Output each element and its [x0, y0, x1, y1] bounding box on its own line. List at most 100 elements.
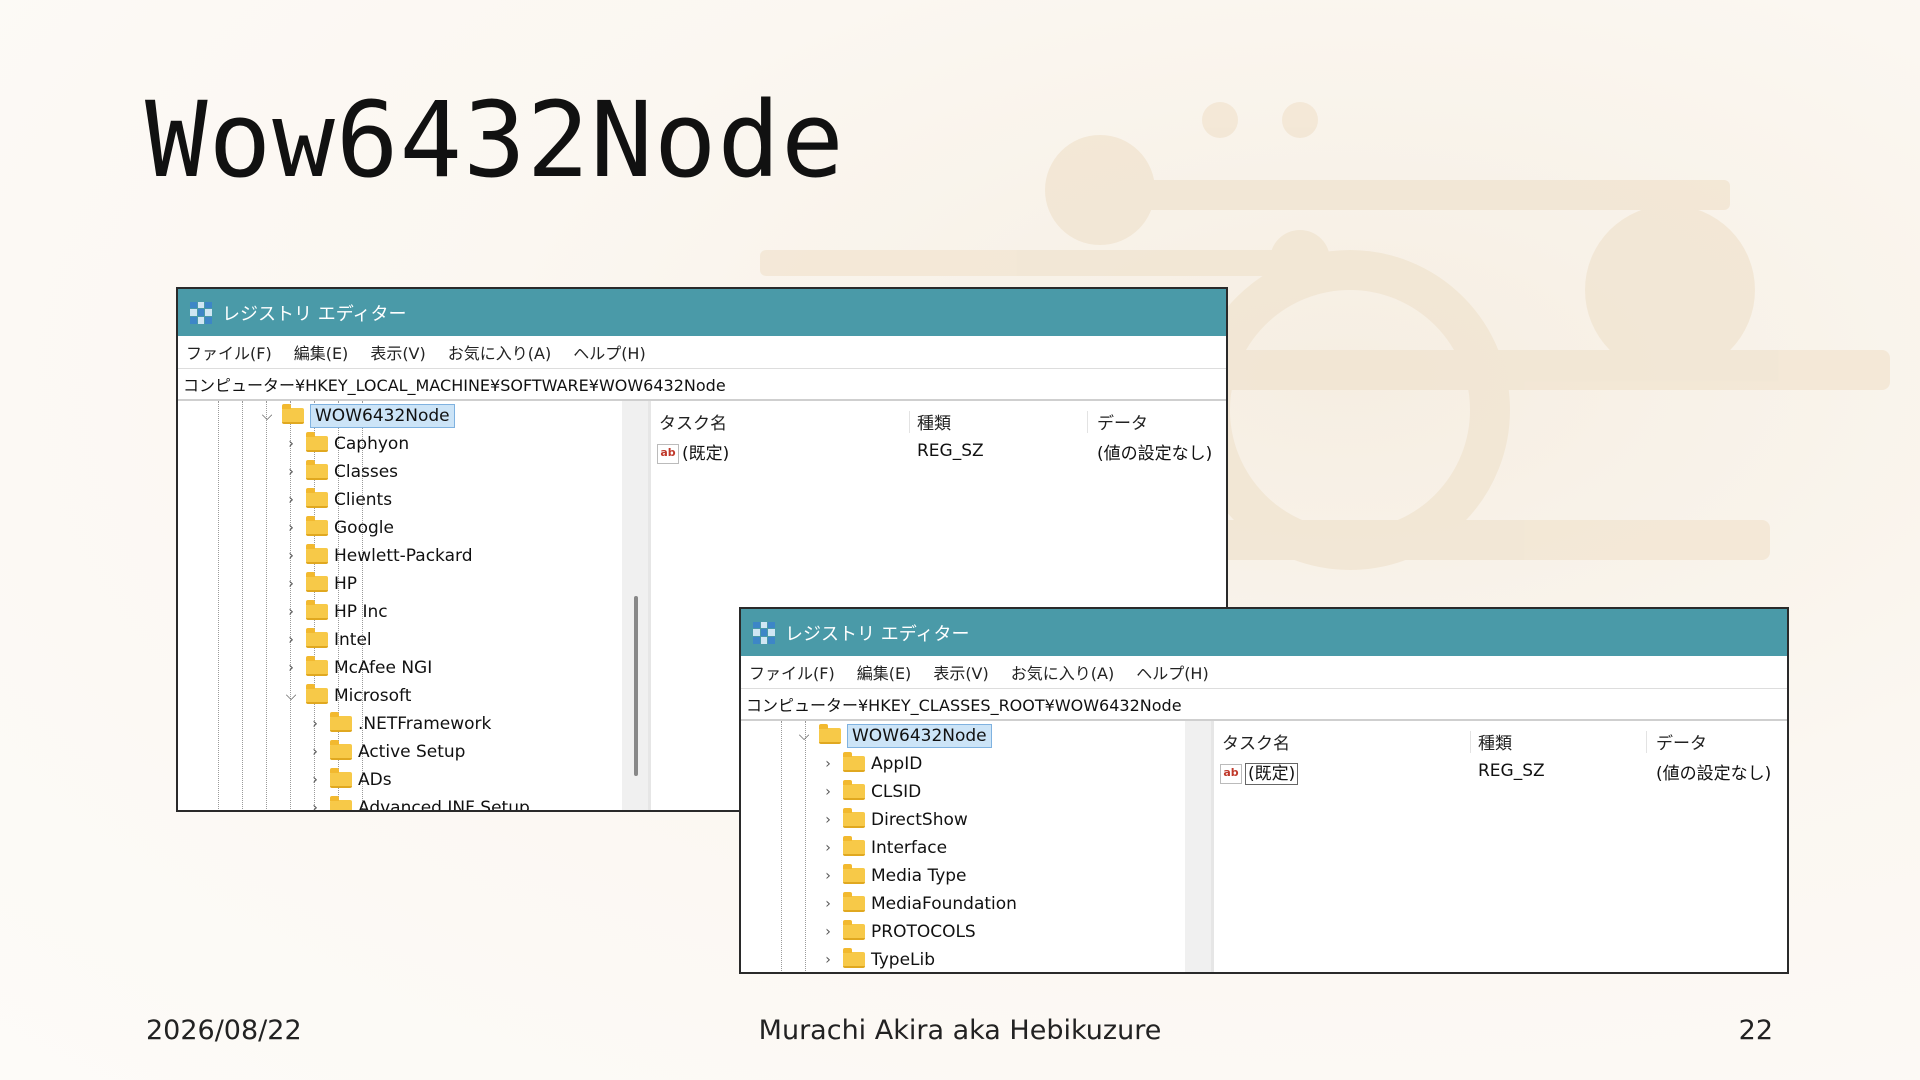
tree-node-microsoft[interactable]: ⌵ Microsoft	[284, 682, 411, 710]
chevron-right-icon[interactable]: ›	[821, 784, 835, 800]
tree-scrollbar[interactable]	[622, 401, 648, 810]
chevron-right-icon[interactable]: ›	[284, 604, 298, 620]
tree-node-label: HP	[334, 574, 358, 594]
folder-icon	[843, 752, 865, 772]
menu-bar: ファイル(F) 編集(E) 表示(V) お気に入り(A) ヘルプ(H)	[178, 336, 1226, 369]
tree-node[interactable]: › Media Type	[821, 862, 967, 890]
folder-icon	[306, 628, 328, 648]
tree-node-label: MediaFoundation	[871, 894, 1017, 914]
folder-icon	[306, 432, 328, 452]
menu-view[interactable]: 表示(V)	[370, 340, 425, 364]
tree-node[interactable]: › PROTOCOLS	[821, 918, 976, 946]
value-name: (既定)	[1245, 762, 1299, 785]
chevron-right-icon[interactable]: ›	[308, 800, 322, 810]
tree-node-label: Interface	[871, 838, 948, 858]
tree-node[interactable]: › Intel	[284, 626, 372, 654]
tree-node[interactable]: › Advanced INF Setup	[308, 794, 530, 810]
tree-node-label: Caphyon	[334, 434, 410, 454]
menu-favorites[interactable]: お気に入り(A)	[448, 340, 551, 364]
menu-help[interactable]: ヘルプ(H)	[573, 340, 646, 364]
chevron-right-icon[interactable]: ›	[821, 868, 835, 884]
string-value-icon: ab	[657, 443, 679, 464]
column-header-type[interactable]: 種類	[1478, 729, 1512, 754]
chevron-right-icon[interactable]: ›	[821, 840, 835, 856]
tree-node[interactable]: › DirectShow	[821, 806, 968, 834]
value-list: タスク名 種類 データ ab (既定) REG_SZ (値の設定なし)	[1214, 721, 1787, 972]
chevron-right-icon[interactable]: ›	[308, 772, 322, 788]
tree-node[interactable]: › Classes	[284, 458, 398, 486]
chevron-right-icon[interactable]: ›	[821, 896, 835, 912]
value-type: REG_SZ	[1478, 761, 1545, 781]
chevron-right-icon[interactable]: ›	[821, 812, 835, 828]
chevron-right-icon[interactable]: ›	[284, 492, 298, 508]
registry-editor-icon	[753, 621, 775, 644]
footer-author: Murachi Akira aka Hebikuzure	[758, 1015, 1162, 1046]
column-header-name[interactable]: タスク名	[1222, 729, 1290, 754]
chevron-right-icon[interactable]: ›	[284, 436, 298, 452]
registry-editor-window-hkcr[interactable]: レジストリ エディター ファイル(F) 編集(E) 表示(V) お気に入り(A)…	[739, 607, 1789, 974]
tree-node-wow6432node[interactable]: ⌵ WOW6432Node	[260, 402, 455, 430]
tree-scrollbar[interactable]	[1185, 721, 1211, 972]
tree-node-wow6432node[interactable]: ⌵ WOW6432Node	[797, 722, 992, 750]
tree-node-label: Hewlett-Packard	[334, 546, 473, 566]
column-header-name[interactable]: タスク名	[659, 409, 727, 434]
slide-title: Wow6432Node	[145, 79, 845, 201]
tree-node[interactable]: › Interface	[821, 834, 947, 862]
tree-node[interactable]: › TypeLib	[821, 946, 936, 972]
list-item[interactable]: ab (既定) REG_SZ (値の設定なし)	[1214, 757, 1787, 785]
column-header-data[interactable]: データ	[1656, 729, 1707, 754]
tree-node[interactable]: › Active Setup	[308, 738, 465, 766]
tree-node[interactable]: › Caphyon	[284, 430, 409, 458]
chevron-right-icon[interactable]: ›	[821, 952, 835, 968]
tree-node-label: TypeLib	[871, 950, 936, 970]
menu-favorites[interactable]: お気に入り(A)	[1011, 660, 1114, 684]
tree-node[interactable]: › AppID	[821, 750, 922, 778]
scrollbar-thumb[interactable]	[634, 596, 638, 776]
chevron-right-icon[interactable]: ›	[284, 548, 298, 564]
chevron-down-icon[interactable]: ⌵	[260, 408, 274, 424]
tree-node-label: Media Type	[871, 866, 967, 886]
menu-help[interactable]: ヘルプ(H)	[1136, 660, 1209, 684]
column-header-type[interactable]: 種類	[917, 409, 951, 434]
value-data: (値の設定なし)	[1656, 763, 1772, 784]
address-bar[interactable]: コンピューター¥HKEY_CLASSES_ROOT¥WOW6432Node	[741, 689, 1787, 721]
tree-node[interactable]: › Hewlett-Packard	[284, 542, 473, 570]
column-header-data[interactable]: データ	[1097, 409, 1148, 434]
menu-view[interactable]: 表示(V)	[933, 660, 988, 684]
chevron-right-icon[interactable]: ›	[284, 660, 298, 676]
chevron-right-icon[interactable]: ›	[284, 464, 298, 480]
window-titlebar[interactable]: レジストリ エディター	[741, 609, 1787, 656]
menu-file[interactable]: ファイル(F)	[749, 660, 835, 684]
tree-node[interactable]: › ADs	[308, 766, 392, 794]
folder-icon	[843, 780, 865, 800]
menu-edit[interactable]: 編集(E)	[294, 340, 349, 364]
tree-node[interactable]: › McAfee NGI	[284, 654, 432, 682]
chevron-right-icon[interactable]: ›	[308, 716, 322, 732]
folder-icon	[819, 724, 841, 744]
tree-node-label: Google	[334, 518, 394, 538]
folder-icon	[330, 796, 352, 810]
tree-node[interactable]: › HP Inc	[284, 598, 388, 626]
chevron-right-icon[interactable]: ›	[284, 520, 298, 536]
tree-node[interactable]: › MediaFoundation	[821, 890, 1017, 918]
tree-node-label: McAfee NGI	[334, 658, 433, 678]
menu-edit[interactable]: 編集(E)	[857, 660, 912, 684]
list-item[interactable]: ab (既定) REG_SZ (値の設定なし)	[651, 437, 1226, 465]
tree-node[interactable]: › CLSID	[821, 778, 921, 806]
chevron-down-icon[interactable]: ⌵	[797, 728, 811, 744]
chevron-right-icon[interactable]: ›	[821, 756, 835, 772]
tree-node[interactable]: › Clients	[284, 486, 392, 514]
tree-node[interactable]: › HP	[284, 570, 357, 598]
chevron-right-icon[interactable]: ›	[821, 924, 835, 940]
chevron-down-icon[interactable]: ⌵	[284, 688, 298, 704]
window-titlebar[interactable]: レジストリ エディター	[178, 289, 1226, 336]
folder-icon	[306, 488, 328, 508]
chevron-right-icon[interactable]: ›	[308, 744, 322, 760]
menu-file[interactable]: ファイル(F)	[186, 340, 272, 364]
tree-node[interactable]: › .NETFramework	[308, 710, 491, 738]
tree-node-label: AppID	[871, 754, 923, 774]
address-bar[interactable]: コンピューター¥HKEY_LOCAL_MACHINE¥SOFTWARE¥WOW6…	[178, 369, 1226, 401]
chevron-right-icon[interactable]: ›	[284, 632, 298, 648]
tree-node[interactable]: › Google	[284, 514, 394, 542]
chevron-right-icon[interactable]: ›	[284, 576, 298, 592]
